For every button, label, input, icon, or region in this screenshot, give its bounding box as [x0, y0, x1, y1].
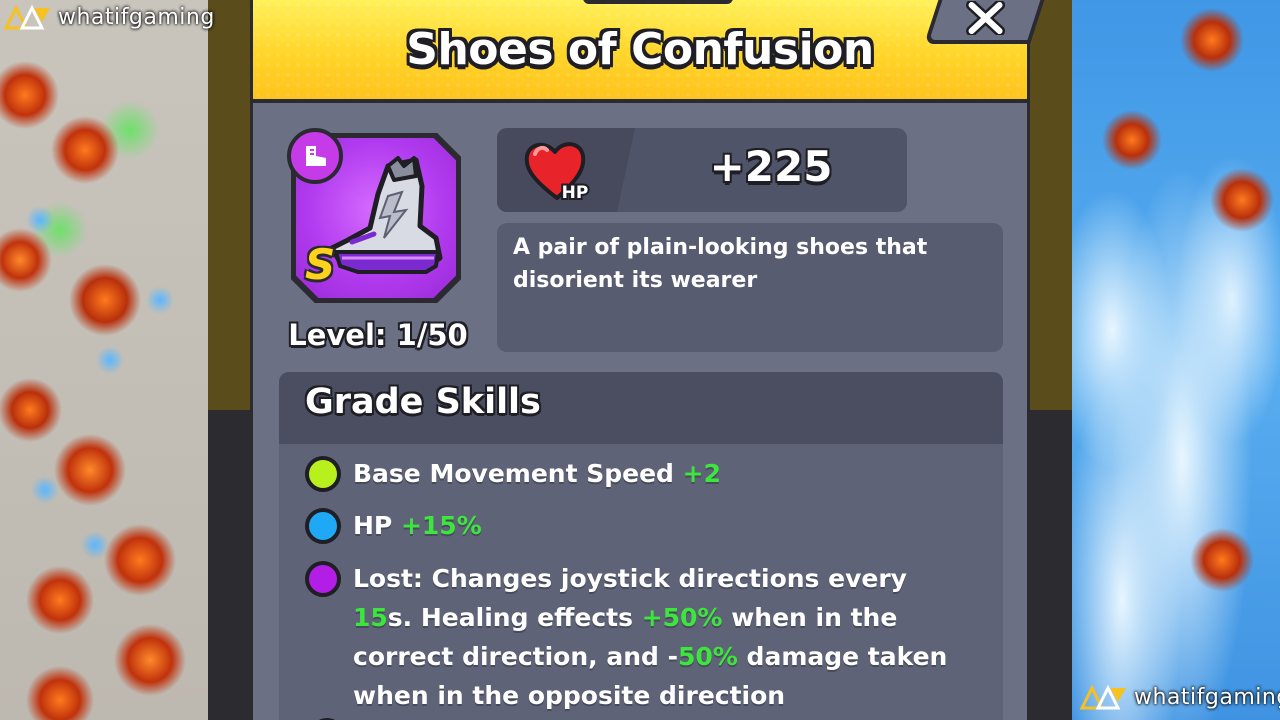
skill-text-segment: s. Healing effects [387, 603, 642, 632]
watermark-text: whatifgaming [58, 4, 215, 30]
grade-skills-panel: Grade Skills Base Movement Speed +2 HP +… [279, 372, 1003, 720]
boots-icon [329, 156, 443, 274]
skill-dot-purple [305, 561, 341, 597]
grade-skills-header: Grade Skills [279, 372, 1003, 444]
watermark-text: whatifgaming [1134, 684, 1280, 710]
close-icon [966, 1, 1006, 35]
header-notch [583, 0, 733, 4]
skill-text-segment: HP [353, 511, 401, 540]
skill-text-segment: Lost: Changes joystick directions every [353, 564, 907, 593]
stat-box: HP +225 [497, 128, 907, 212]
item-title: Shoes of Confusion [406, 24, 874, 75]
skill-text: Base Movement Speed +2 [353, 454, 973, 493]
backdrop-left [208, 0, 252, 720]
grade-skills-title: Grade Skills [305, 382, 541, 422]
watermark-logo-icon [1080, 684, 1126, 710]
item-level: Level: 1/50 [288, 318, 468, 352]
background-gameplay-right [1072, 0, 1280, 720]
grade-letter: S [305, 240, 336, 289]
skill-value-highlight: +50% [641, 603, 723, 632]
skill-value-highlight: 15 [353, 603, 388, 632]
item-detail-dialog: Shoes of Confusion S Level: 1/50 HP +225… [250, 0, 1047, 720]
background-gameplay-left [0, 0, 208, 720]
close-button[interactable] [924, 0, 1047, 44]
watermark-top: whatifgaming [4, 4, 215, 30]
watermark-bottom: whatifgaming [1080, 684, 1280, 710]
heart-hp-icon: HP [524, 142, 590, 204]
backdrop-right [1028, 0, 1072, 720]
stat-value: +225 [709, 142, 833, 191]
stat-icon-area: HP [497, 128, 635, 212]
watermark-logo-icon [4, 4, 50, 30]
stat-icon-label: HP [562, 183, 589, 203]
boot-mini-icon [306, 146, 326, 166]
skill-value-highlight: +15% [400, 511, 482, 540]
skill-dot-blue [305, 508, 341, 544]
item-type-badge [287, 128, 343, 184]
item-description: A pair of plain-looking shoes that disor… [513, 235, 928, 293]
skill-text: HP +15% [353, 506, 973, 545]
skill-dot-lime [305, 456, 341, 492]
skill-text-segment: Base Movement Speed [353, 459, 683, 488]
skill-value-highlight: 50% [678, 642, 738, 671]
dialog-header: Shoes of Confusion [253, 0, 1027, 103]
skill-value-highlight: +2 [682, 459, 721, 488]
skill-text: Lost: Changes joystick directions every … [353, 559, 973, 715]
description-box: A pair of plain-looking shoes that disor… [497, 223, 1003, 352]
